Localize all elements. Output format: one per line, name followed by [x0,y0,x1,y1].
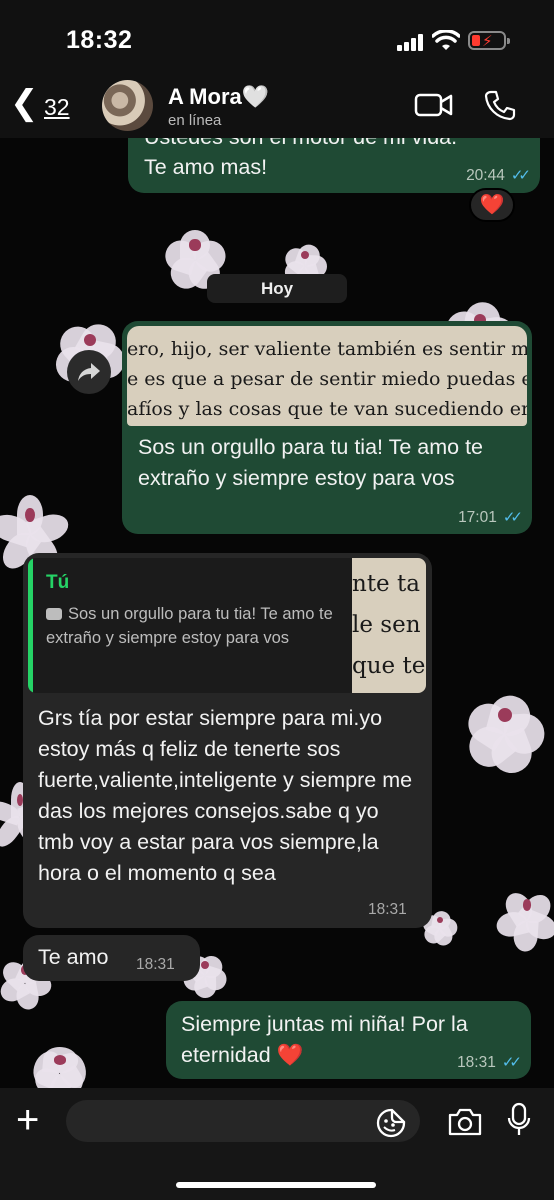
quote-text-content: Sos un orgullo para tu tia! Te amo te ex… [46,605,333,647]
battery-icon: ⚡ [468,31,510,50]
composer-bar: + [0,1088,554,1200]
blossom-decoration [280,230,330,291]
status-time: 18:32 [66,26,133,54]
contact-name[interactable]: A Mora🤍 [168,84,269,110]
blossom-decoration [460,670,550,779]
camera-icon [46,608,62,620]
chat-header: ❮ 32 A Mora🤍 en línea [0,72,554,138]
sticker-icon[interactable] [376,1108,406,1138]
contact-status: en línea [168,112,222,129]
photo-text-line: que te [352,653,426,679]
heart-reaction[interactable]: ❤️ [469,188,515,222]
message-time: 18:31 [368,901,407,918]
wifi-icon [432,30,460,50]
quote-author: Tú [46,572,70,593]
photo-caption: Sos un orgullo para tu tia! Te amo te ex… [138,435,484,490]
incoming-message[interactable]: Te amo 18:31 [23,935,200,981]
back-unread-count[interactable]: 32 [44,94,70,121]
message-input[interactable] [66,1100,420,1142]
contact-avatar[interactable] [102,80,153,131]
phone-call-icon[interactable] [484,89,516,121]
message-text: Te amo [38,945,109,969]
photo-text-line: le sen [352,612,421,638]
read-receipt-icon: ✓✓ [510,167,531,184]
read-receipt-icon: ✓✓ [502,509,523,526]
message-time: 18:31 [457,1054,496,1071]
quote-thumbnail: nte ta le sen que te [352,558,426,693]
message-meta: 17:01 ✓✓ [458,508,523,527]
blossom-decoration [160,210,230,295]
attach-plus-icon[interactable]: + [16,1100,39,1140]
photo-text-line: ero, hijo, ser valiente también es senti… [127,338,527,360]
home-indicator[interactable] [176,1182,376,1188]
message-meta: 18:31 ✓✓ [457,1053,522,1072]
status-bar: 18:32 ⚡ [0,0,554,72]
microphone-icon[interactable] [506,1102,532,1138]
quote-text: Sos un orgullo para tu tia! Te amo te ex… [46,602,346,650]
forward-button[interactable] [67,350,111,394]
forward-arrow-icon [78,363,100,381]
quoted-message[interactable]: Tú Sos un orgullo para tu tia! Te amo te… [28,558,426,693]
blossom-decoration [20,1030,100,1105]
message-meta: 20:44 ✓✓ [466,166,531,185]
camera-icon[interactable] [447,1107,483,1137]
message-text-content: Siempre juntas mi niña! Por la eternidad [181,1012,468,1067]
message-text: Grs tía por estar siempre para mi.yo est… [38,706,413,885]
video-call-icon[interactable] [414,92,454,118]
message-time: 17:01 [458,509,497,526]
heart-emoji: ❤️ [276,1043,304,1067]
outgoing-message[interactable]: Siempre juntas mi niña! Por la eternidad… [166,1001,531,1079]
cellular-signal-icon [397,33,427,51]
photo-text-line: e es que a pesar de sentir miedo puedas … [127,368,527,390]
message-photo[interactable]: ero, hijo, ser valiente también es senti… [127,326,527,426]
message-time: 20:44 [466,167,505,184]
blossom-decoration [0,470,72,575]
read-receipt-icon: ✓✓ [501,1054,522,1071]
quote-accent-bar [28,558,33,693]
blossom-decoration [494,870,554,952]
photo-text-line: nte ta [352,571,420,597]
message-text: Te amo mas! [144,155,268,179]
photo-text-line: afíos y las cosas que te van sucediendo … [127,398,527,420]
back-chevron-icon[interactable]: ❮ [10,86,39,120]
date-separator: Hoy [207,274,347,303]
outgoing-photo-message[interactable]: ero, hijo, ser valiente también es senti… [122,321,532,534]
message-time: 18:31 [136,956,175,973]
